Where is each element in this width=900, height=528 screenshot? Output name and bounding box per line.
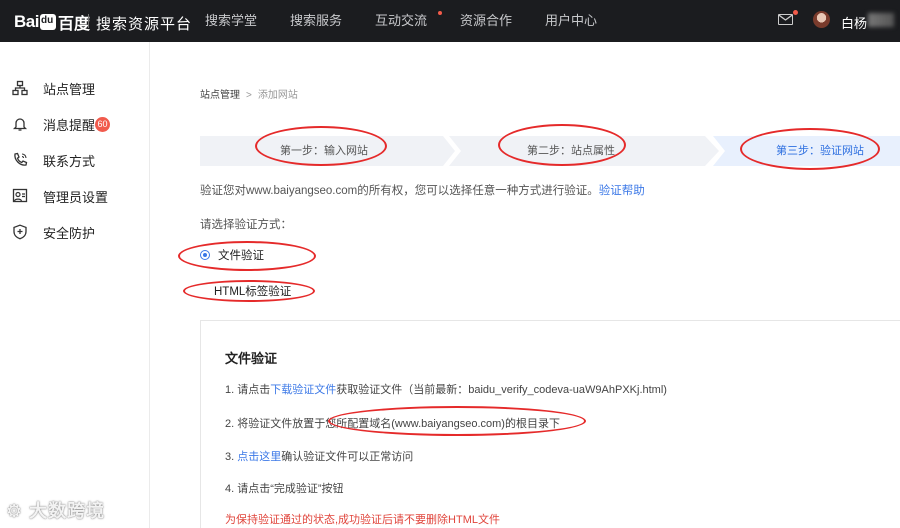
choose-method-label: 请选择验证方式： — [200, 219, 292, 231]
main-nav: 搜索学堂 搜索服务 互动交流 资源合作 用户中心 — [205, 0, 630, 42]
nav-search-service[interactable]: 搜索服务 — [290, 0, 375, 42]
mail-icon[interactable] — [778, 14, 793, 25]
instruction-step-3: 3. 点击这里确认验证文件可以正常访问 — [225, 448, 413, 464]
bell-icon — [12, 118, 28, 131]
annotation-ellipse-step3 — [740, 128, 880, 170]
nav-search-academy[interactable]: 搜索学堂 — [205, 0, 290, 42]
logo-text-baidu: 百度 — [57, 16, 90, 33]
step1-prefix: 1. 请点击 — [225, 384, 271, 396]
admin-icon — [12, 188, 28, 203]
sidebar-item-site-management[interactable]: 站点管理 — [0, 70, 150, 106]
annotation-ellipse-step1 — [255, 126, 387, 166]
breadcrumb-root[interactable]: 站点管理 — [200, 90, 240, 101]
panel-title: 文件验证 — [225, 351, 278, 366]
nav-interaction[interactable]: 互动交流 — [375, 0, 460, 42]
mail-notification-dot — [793, 10, 798, 15]
breadcrumb-current: 添加网站 — [257, 90, 298, 101]
annotation-ellipse-step2 — [498, 124, 626, 166]
sidebar-item-security[interactable]: 安全防护 — [0, 214, 150, 250]
sidebar-item-label: 站点管理 — [43, 81, 96, 97]
watermark: ⚙ 大数跨境 — [6, 497, 105, 523]
intro-text: 验证您对www.baiyangseo.com的所有权，您可以选择任意一种方式进行… — [200, 185, 599, 197]
message-count-badge: 60 — [95, 116, 110, 132]
verification-help-link[interactable]: 验证帮助 — [599, 185, 645, 197]
paw-icon — [39, 14, 56, 30]
breadcrumb: 站点管理 > 添加网站 — [200, 86, 298, 101]
platform-title[interactable]: 搜索资源平台 — [96, 13, 192, 34]
phone-icon — [14, 152, 28, 166]
shield-icon — [13, 224, 27, 240]
baidu-logo[interactable]: Bai 百度 — [14, 10, 90, 34]
step1-suffix: 获取验证文件（当前最新：baidu_verify_codeva-uaW9AhPX… — [336, 384, 667, 396]
sidebar-item-label: 消息提醒 — [43, 117, 96, 133]
logo-text-bai: Bai — [14, 12, 39, 31]
instruction-step-1: 1. 请点击下载验证文件获取验证文件（当前最新：baidu_verify_cod… — [225, 381, 667, 397]
username-blur — [868, 13, 894, 27]
watermark-text: 大数跨境 — [29, 501, 106, 521]
logo-divider — [88, 14, 89, 28]
username[interactable]: 白杨 — [841, 13, 867, 32]
download-verification-file-link[interactable]: 下载验证文件 — [270, 384, 336, 396]
click-here-link[interactable]: 点击这里 — [237, 451, 281, 463]
avatar[interactable] — [813, 11, 830, 28]
nav-user-center[interactable]: 用户中心 — [545, 0, 630, 42]
verification-intro: 验证您对www.baiyangseo.com的所有权，您可以选择任意一种方式进行… — [200, 182, 645, 198]
step3-suffix: 确认验证文件可以正常访问 — [281, 451, 414, 463]
sidebar-item-admin-settings[interactable]: 管理员设置 — [0, 178, 150, 214]
nav-resource-cooperation[interactable]: 资源合作 — [460, 0, 545, 42]
sidebar-item-messages[interactable]: 消息提醒 60 — [0, 106, 150, 142]
nav-interaction-label: 互动交流 — [375, 13, 428, 28]
top-navigation-bar: Bai 百度 搜索资源平台 搜索学堂 搜索服务 互动交流 资源合作 用户中心 白… — [0, 0, 900, 42]
warning-text: 为保持验证通过的状态,成功验证后请不要删除HTML文件 — [225, 514, 500, 526]
annotation-ellipse-domain — [328, 406, 586, 436]
sitemap-icon — [12, 80, 28, 96]
instruction-step-4: 4. 请点击“完成验证”按钮 — [225, 483, 344, 495]
sidebar-item-label: 联系方式 — [43, 153, 96, 169]
annotation-ellipse-html — [183, 280, 315, 302]
sidebar-item-label: 安全防护 — [43, 225, 96, 241]
sidebar-item-contact[interactable]: 联系方式 — [0, 142, 150, 178]
watermark-logo-icon: ⚙ — [6, 501, 24, 521]
step3-prefix: 3. — [225, 451, 238, 463]
notification-dot — [438, 11, 442, 15]
sidebar: 站点管理 消息提醒 60 联系方式 管理员设置 安全防护 — [0, 42, 150, 528]
breadcrumb-chevron-icon: > — [246, 90, 252, 101]
sidebar-item-label: 管理员设置 — [43, 189, 109, 205]
annotation-ellipse-file — [178, 241, 316, 271]
